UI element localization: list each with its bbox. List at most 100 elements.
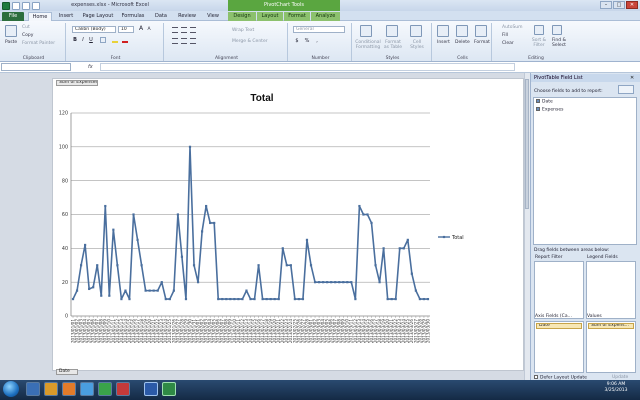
align-middle-icon[interactable] bbox=[181, 27, 187, 33]
folder-icon[interactable] bbox=[44, 382, 58, 396]
tab-file[interactable]: File bbox=[2, 12, 24, 21]
axis-field-button[interactable]: Date bbox=[56, 369, 78, 375]
comma-button[interactable]: , bbox=[314, 38, 320, 44]
clear-button[interactable]: Clear bbox=[502, 41, 514, 46]
system-clock[interactable]: 9:06 AM 3/25/2013 bbox=[596, 382, 636, 394]
chart-title[interactable]: Total bbox=[52, 93, 472, 104]
underline-button[interactable]: U bbox=[88, 37, 94, 43]
copy-button[interactable]: Copy bbox=[22, 33, 33, 38]
percent-button[interactable]: % bbox=[304, 38, 310, 44]
values-field-pill[interactable]: Sum of Expens... bbox=[588, 323, 634, 329]
axis-fields-zone[interactable]: Date bbox=[534, 321, 584, 373]
tab-design[interactable]: Design bbox=[228, 12, 256, 21]
maximize-button[interactable]: □ bbox=[613, 1, 625, 9]
window-controls: – □ ✕ bbox=[600, 1, 638, 9]
merge-center-button[interactable]: Merge & Center bbox=[232, 39, 268, 44]
paste-label[interactable]: Paste bbox=[5, 40, 17, 45]
font-size-select[interactable]: 10 bbox=[118, 26, 134, 33]
align-top-icon[interactable] bbox=[172, 27, 178, 33]
format-painter-button[interactable]: Format Painter bbox=[22, 41, 55, 46]
data-point bbox=[390, 297, 393, 301]
conditional-formatting-button[interactable]: Conditional Formatting bbox=[355, 40, 381, 50]
name-box[interactable] bbox=[1, 63, 71, 71]
styles-group-label: Styles bbox=[385, 56, 400, 61]
excel-taskbar-icon[interactable] bbox=[162, 382, 176, 396]
sort-filter-button[interactable]: Sort & Filter bbox=[528, 38, 550, 48]
cell-styles-button[interactable]: Cell Styles bbox=[406, 40, 428, 50]
wrap-text-button[interactable]: Wrap Text bbox=[232, 28, 254, 33]
checkbox-unchecked-icon[interactable] bbox=[534, 375, 538, 379]
grow-font-button[interactable]: A bbox=[138, 26, 144, 32]
close-button[interactable]: ✕ bbox=[626, 1, 638, 9]
tab-data[interactable]: Data bbox=[150, 12, 172, 21]
chrome-icon[interactable] bbox=[98, 382, 112, 396]
borders-icon[interactable] bbox=[100, 37, 106, 43]
align-right-icon[interactable] bbox=[190, 38, 196, 44]
format-cells-icon[interactable] bbox=[475, 25, 487, 37]
tab-layout[interactable]: Layout bbox=[257, 12, 283, 21]
tab-format[interactable]: Format bbox=[284, 12, 310, 21]
font-color-icon[interactable] bbox=[122, 37, 128, 43]
sort-filter-icon[interactable] bbox=[534, 25, 544, 35]
align-left-icon[interactable] bbox=[172, 38, 178, 44]
line-chart[interactable]: 0 20 40 60 80 100 120 2013/01/01 2013/01/02 2013… bbox=[52, 78, 524, 371]
field-list-layout-icon[interactable] bbox=[618, 85, 634, 94]
data-point bbox=[217, 297, 220, 301]
delete-cells-icon[interactable] bbox=[456, 25, 468, 37]
delete-cells-button[interactable]: Delete bbox=[455, 40, 470, 45]
tab-formulas[interactable]: Formulas bbox=[118, 12, 148, 21]
data-point bbox=[313, 281, 317, 284]
start-icon[interactable] bbox=[3, 381, 19, 397]
format-as-table-icon[interactable] bbox=[386, 25, 398, 37]
tab-review[interactable]: Review bbox=[174, 12, 200, 21]
conditional-formatting-icon[interactable] bbox=[360, 25, 372, 37]
format-cells-button[interactable]: Format bbox=[474, 40, 490, 45]
italic-button[interactable]: I bbox=[80, 37, 86, 43]
browser-icon[interactable] bbox=[80, 382, 94, 396]
bold-button[interactable]: B bbox=[72, 37, 78, 43]
values-zone[interactable]: Sum of Expens... bbox=[586, 321, 636, 373]
currency-button[interactable]: $ bbox=[294, 38, 300, 44]
word-icon[interactable] bbox=[144, 382, 158, 396]
field-item-date[interactable]: Date bbox=[536, 99, 553, 105]
minimize-button[interactable]: – bbox=[600, 1, 612, 9]
tab-analyze[interactable]: Analyze bbox=[311, 12, 340, 21]
formula-input[interactable] bbox=[100, 63, 515, 71]
taskbar bbox=[0, 380, 640, 400]
autosum-button[interactable]: AutoSum bbox=[502, 25, 523, 30]
axis-field-pill[interactable]: Date bbox=[536, 323, 582, 329]
checkbox-checked-icon[interactable] bbox=[536, 99, 540, 103]
checkbox-checked-icon[interactable] bbox=[536, 107, 540, 111]
field-item-expenses[interactable]: Expenses bbox=[536, 107, 563, 113]
cut-button[interactable]: Cut bbox=[22, 25, 30, 30]
cell-styles-icon[interactable] bbox=[410, 25, 422, 37]
field-list-close-icon[interactable]: ✕ bbox=[630, 74, 634, 82]
find-select-button[interactable]: Find & Select bbox=[548, 38, 570, 48]
explorer-icon[interactable] bbox=[26, 382, 40, 396]
tab-insert[interactable]: Insert bbox=[54, 12, 78, 21]
align-center-icon[interactable] bbox=[181, 38, 187, 44]
format-as-table-button[interactable]: Format as Table bbox=[382, 40, 404, 50]
paste-icon[interactable] bbox=[5, 25, 17, 37]
align-bottom-icon[interactable] bbox=[190, 27, 196, 33]
insert-function-button[interactable]: fx bbox=[88, 64, 93, 70]
scrollbar-thumb[interactable] bbox=[525, 79, 529, 209]
media-player-icon[interactable] bbox=[62, 382, 76, 396]
find-select-icon[interactable] bbox=[552, 25, 562, 35]
value-field-button[interactable]: Sum of Expenses bbox=[56, 80, 98, 86]
tab-view[interactable]: View bbox=[202, 12, 224, 21]
shrink-font-button[interactable]: A bbox=[146, 27, 152, 33]
report-filter-zone[interactable] bbox=[534, 261, 584, 319]
app-icon[interactable] bbox=[116, 382, 130, 396]
tab-home[interactable]: Home bbox=[28, 12, 52, 21]
tab-page-layout[interactable]: Page Layout bbox=[80, 12, 116, 21]
fill-button[interactable]: Fill bbox=[502, 33, 508, 38]
font-name-select[interactable]: Calibri (Body) bbox=[72, 26, 116, 33]
data-point bbox=[152, 289, 155, 292]
data-point bbox=[406, 238, 409, 241]
insert-cells-button[interactable]: Insert bbox=[437, 40, 450, 45]
insert-cells-icon[interactable] bbox=[437, 25, 449, 37]
legend-fields-zone[interactable] bbox=[586, 261, 636, 319]
number-format-select[interactable]: General bbox=[293, 26, 345, 33]
fill-color-icon[interactable] bbox=[112, 37, 118, 43]
